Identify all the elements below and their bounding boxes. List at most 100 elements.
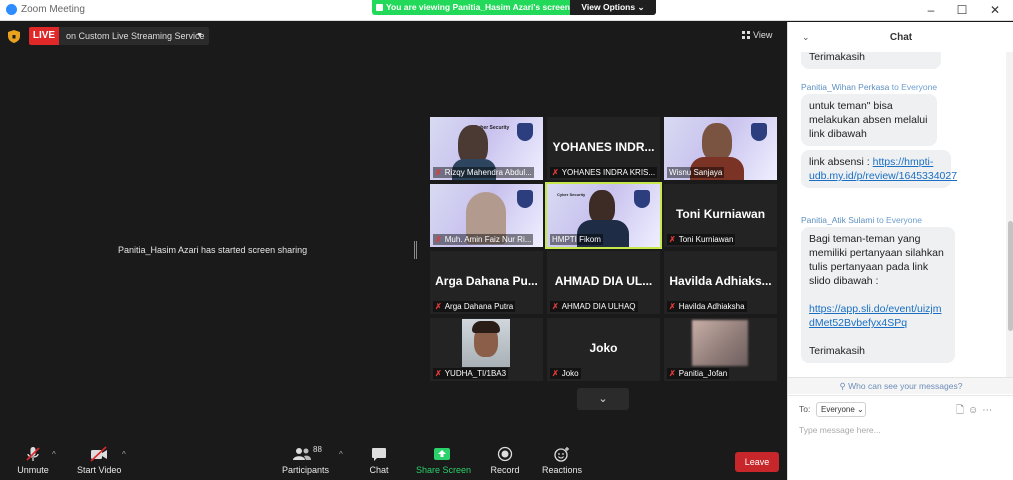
emoji-icon[interactable]: ☺	[968, 405, 982, 416]
caret-down-icon: ▼	[196, 32, 203, 39]
close-button[interactable]: ✕	[984, 2, 1006, 18]
share-screen-button[interactable]: Share Screen	[416, 446, 472, 475]
participants-caret-icon[interactable]: ^	[339, 450, 343, 459]
muted-mic-icon: ✗	[435, 369, 442, 378]
chat-message: untuk teman" bisa melakukan absen melalu…	[801, 94, 937, 146]
participants-label: Participants	[282, 465, 330, 475]
video-off-icon	[90, 446, 107, 462]
participants-count: 88	[313, 445, 322, 454]
reactions-emoji-icon	[554, 447, 569, 462]
slido-link[interactable]: https://app.sli.do/event/uizjmdMet52Bvbe…	[809, 303, 942, 329]
more-icon[interactable]: ⋯	[982, 405, 996, 416]
participants-icon	[293, 448, 311, 460]
record-icon	[497, 446, 513, 462]
video-tile[interactable]: AHMAD DIA UL... ✗ AHMAD DIA ULHAQ	[547, 251, 660, 314]
video-tile[interactable]: Joko ✗ Joko	[547, 318, 660, 381]
live-service-dropdown[interactable]: on Custom Live Streaming Service ▼	[59, 27, 209, 45]
shield-logo-icon	[634, 190, 650, 208]
divider	[788, 395, 1013, 396]
participant-name-label: ✗ Rizqy Mahendra Abdul...	[433, 167, 534, 178]
participant-name-label: ✗ AHMAD DIA ULHAQ	[550, 301, 638, 312]
shield-logo-icon	[517, 190, 533, 208]
chat-title: Chat	[889, 32, 913, 43]
meeting-toolbar: Unmute ^ Start Video ^ 88 Participants ^	[0, 438, 787, 480]
participant-name-label: ✗ Toni Kurniawan	[667, 234, 736, 245]
chat-button[interactable]: Chat	[366, 446, 392, 475]
video-tile[interactable]: Cyber Security ✗ Rizqy Mahendra Abdul...	[430, 117, 543, 180]
participant-name-label: ✗ Havilda Adhiaksha	[667, 301, 747, 312]
chat-bubble-icon	[372, 448, 386, 461]
reactions-button[interactable]: Reactions	[542, 446, 582, 475]
participants-button[interactable]: 88 Participants	[282, 445, 330, 475]
gallery-next-page-button[interactable]: ⌄	[577, 388, 629, 410]
live-badge[interactable]: LIVE	[29, 27, 59, 45]
screen-share-status: Panitia_Hasim Azari has started screen s…	[118, 245, 308, 255]
video-tile[interactable]: Toni Kurniawan ✗ Toni Kurniawan	[664, 184, 777, 247]
file-icon[interactable]: 🗋	[956, 405, 968, 416]
muted-mic-icon: ✗	[435, 168, 442, 177]
split-view-handle[interactable]	[414, 241, 417, 259]
video-tile[interactable]: ✗ Panitia_Jofan	[664, 318, 777, 381]
maximize-button[interactable]: ☐	[951, 2, 973, 18]
chat-sender: Panitia_Wihan Perkasa to Everyone	[801, 82, 938, 92]
video-tile[interactable]: Havilda Adhiaks... ✗ Havilda Adhiaksha	[664, 251, 777, 314]
video-tile-active-speaker[interactable]: Cyber Security HMPTI Fikom	[545, 182, 662, 249]
video-tile[interactable]: ✗ Muh. Amin Faiz Nur Ri...	[430, 184, 543, 247]
viewing-banner-text: You are viewing Panitia_Hasim Azari's sc…	[386, 2, 570, 12]
muted-mic-icon: ✗	[552, 302, 559, 311]
view-button-label: View	[753, 30, 773, 40]
to-label: To:	[799, 404, 811, 414]
chat-message-input[interactable]: Type message here...	[799, 425, 881, 435]
people-icon: ⚲	[839, 381, 846, 391]
window-title: Zoom Meeting	[21, 4, 85, 15]
start-video-label: Start Video	[77, 465, 122, 475]
participant-display-name: Arga Dahana Pu...	[435, 274, 538, 288]
participant-name-label: ✗ YUDHA_TI/1BA3	[433, 368, 509, 379]
chat-panel: ⌄ Chat Terimakasih Panitia_Wihan Perkasa…	[787, 22, 1013, 480]
chat-message-list[interactable]: Terimakasih Panitia_Wihan Perkasa to Eve…	[788, 52, 1006, 377]
participant-avatar	[692, 320, 748, 366]
participant-name-label: ✗ Joko	[550, 368, 581, 379]
screen-share-icon	[376, 4, 383, 11]
recipient-select[interactable]: Everyone ⌄	[816, 402, 866, 417]
muted-mic-icon: ✗	[552, 369, 559, 378]
chat-label: Chat	[369, 465, 389, 475]
muted-mic-icon: ✗	[435, 235, 442, 244]
video-tile[interactable]: Wisnu Sanjaya	[664, 117, 777, 180]
record-button[interactable]: Record	[490, 446, 520, 475]
leave-button[interactable]: Leave	[735, 452, 779, 472]
participant-name-label: ✗ YOHANES INDRA KRIS...	[550, 167, 658, 178]
participant-display-name: YOHANES INDR...	[552, 140, 655, 154]
muted-mic-icon: ✗	[435, 302, 442, 311]
participant-hair	[472, 321, 500, 333]
video-tile[interactable]: Arga Dahana Pu... ✗ Arga Dahana Putra	[430, 251, 543, 314]
minimize-button[interactable]: –	[920, 2, 942, 18]
participant-name-label: ✗ Panitia_Jofan	[667, 368, 730, 379]
participant-face	[589, 190, 615, 224]
view-button[interactable]: View	[742, 27, 780, 43]
reactions-label: Reactions	[542, 465, 583, 475]
audio-options-caret-icon[interactable]: ^	[52, 450, 56, 459]
shield-logo-icon	[517, 123, 533, 141]
share-screen-label: Share Screen	[416, 465, 472, 475]
record-label: Record	[490, 465, 520, 475]
video-tile[interactable]: ✗ YUDHA_TI/1BA3	[430, 318, 543, 381]
security-shield-icon[interactable]	[8, 30, 20, 43]
participant-display-name: Havilda Adhiaks...	[669, 274, 772, 288]
participant-display-name: Joko	[589, 341, 618, 355]
view-options-button[interactable]: View Options ⌄	[570, 0, 656, 15]
participant-display-name: AHMAD DIA UL...	[554, 274, 653, 288]
start-video-button[interactable]: Start Video	[77, 446, 121, 475]
unmute-label: Unmute	[17, 465, 49, 475]
participant-name-label: HMPTI Fikom	[550, 234, 603, 245]
unmute-button[interactable]: Unmute	[16, 446, 50, 475]
muted-microphone-icon	[26, 447, 40, 461]
video-tile[interactable]: YOHANES INDR... ✗ YOHANES INDRA KRIS...	[547, 117, 660, 180]
chat-scrollbar-thumb[interactable]	[1008, 221, 1013, 331]
video-options-caret-icon[interactable]: ^	[122, 450, 126, 459]
who-can-see-link[interactable]: ⚲ Who can see your messages?	[788, 377, 1013, 394]
chevron-down-icon: ⌄	[598, 393, 608, 405]
meeting-stage: LIVE on Custom Live Streaming Service ▼ …	[0, 22, 787, 480]
participant-name-label: ✗ Muh. Amin Faiz Nur Ri...	[433, 234, 534, 245]
live-service-label: on Custom Live Streaming Service	[66, 31, 205, 41]
